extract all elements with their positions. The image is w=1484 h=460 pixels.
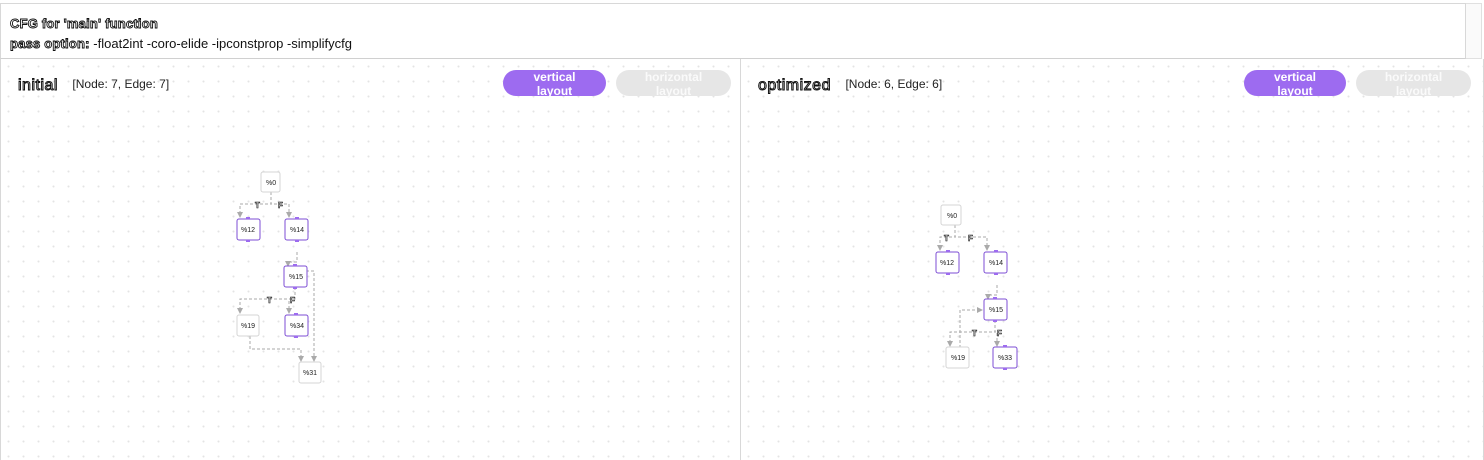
pass-option-value: -float2int -coro-elide -ipconstprop -sim… (89, 36, 352, 51)
edge-label-false: F (290, 296, 295, 305)
cfg-node[interactable]: %31 (298, 361, 322, 384)
edge-label-true: T (972, 329, 977, 338)
pass-option-line: pass option: -float2int -coro-elide -ipc… (10, 34, 1456, 54)
edge-label-true: T (255, 201, 260, 210)
node-label: %14 (989, 260, 1003, 267)
cfg-header: CFG for 'main' function pass option: -fl… (0, 3, 1466, 59)
edge-label-false: F (968, 234, 973, 243)
cfg-node[interactable]: %0 (260, 171, 281, 193)
pass-option-label: pass option: (10, 36, 90, 52)
cfg-node[interactable]: %12 (236, 217, 261, 242)
initial-cfg-graph[interactable]: T F T F %0 %12 %14 %15 %19 %34 %31 (1, 59, 741, 460)
node-label: %31 (303, 370, 317, 377)
cfg-node[interactable]: %12 (935, 250, 960, 275)
node-label: %34 (290, 323, 304, 330)
edge-label-true: T (944, 234, 949, 243)
node-label: %19 (241, 323, 255, 330)
cfg-node[interactable]: %34 (284, 313, 309, 338)
cfg-node[interactable]: %0 (940, 204, 962, 226)
node-label: %14 (290, 227, 304, 234)
cfg-node[interactable]: %33 (992, 345, 1018, 370)
node-label: %12 (940, 260, 954, 267)
cfg-node[interactable]: %19 (236, 314, 260, 337)
node-label: %0 (947, 213, 957, 220)
edge-label-false: F (997, 329, 1002, 338)
node-label: %15 (989, 307, 1003, 314)
initial-graph-panel[interactable]: initial [Node: 7, Edge: 7] vertical layo… (0, 59, 741, 460)
node-label: %12 (241, 227, 255, 234)
node-label: %19 (951, 355, 965, 362)
cfg-node[interactable]: %14 (983, 250, 1008, 275)
cfg-node[interactable]: %14 (284, 217, 309, 242)
cfg-node[interactable]: %15 (283, 264, 308, 289)
header-scrollbar[interactable] (1466, 3, 1482, 59)
edge-label-true: T (267, 296, 272, 305)
cfg-node[interactable]: %19 (945, 346, 970, 369)
node-label: %15 (289, 274, 303, 281)
edge-label-false: F (278, 201, 283, 210)
node-label: %33 (998, 355, 1012, 362)
optimized-cfg-graph[interactable]: T F T F %0 %12 %14 %15 %19 %33 (741, 59, 1484, 460)
cfg-title: CFG for 'main' function (10, 16, 159, 32)
optimized-graph-panel[interactable]: optimized [Node: 6, Edge: 6] vertical la… (741, 59, 1484, 460)
node-label: %0 (266, 180, 276, 187)
cfg-node[interactable]: %15 (983, 297, 1008, 322)
